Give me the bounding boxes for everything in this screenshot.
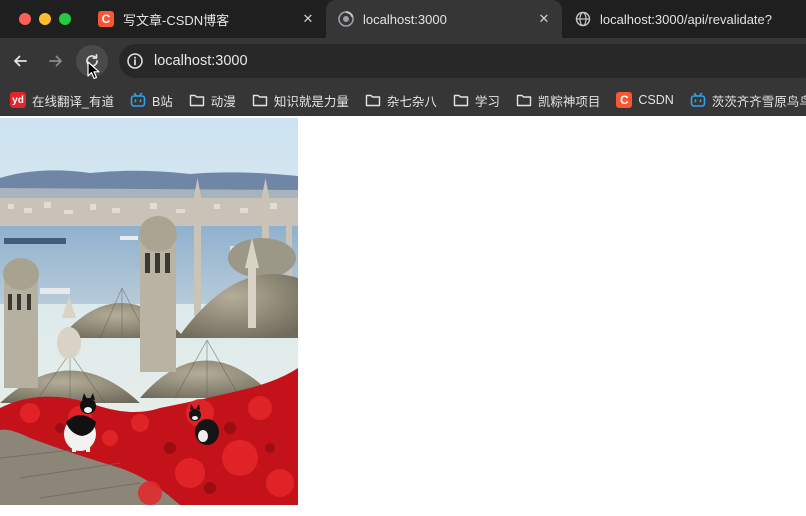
arrow-left-icon <box>14 55 27 67</box>
folder-icon <box>252 92 268 108</box>
bookmark-label: B站 <box>151 94 173 109</box>
mouse-cursor-icon <box>87 61 100 80</box>
folder-icon <box>453 92 469 108</box>
tab-localhost[interactable]: localhost:3000 ✕ <box>326 0 562 38</box>
bookmarks-bar: yd 在线翻译_有道 B站 动漫 知识就是力量 杂七杂八 学习 凯粽神项目 C … <box>0 84 806 116</box>
browser-toolbar <box>0 38 806 84</box>
csdn-icon: C <box>616 92 633 108</box>
url-input[interactable] <box>154 53 654 69</box>
tab-csdn-write[interactable]: C 写文章-CSDN博客 ✕ <box>86 0 326 38</box>
folder-icon <box>189 92 205 108</box>
bookmark-label: 在线翻译_有道 <box>32 94 114 109</box>
window-maximize-button[interactable] <box>59 13 71 25</box>
tab-title: localhost:3000/api/revalidate? <box>600 11 773 27</box>
bookmark-label: 动漫 <box>210 94 236 109</box>
csdn-icon: C <box>98 11 114 27</box>
bookmark-label: 凯粽神项目 <box>537 94 601 109</box>
bookmark-label: 茨茨齐齐雪原鸟鸟 <box>711 94 806 109</box>
bookmark-folder-anime[interactable]: 动漫 <box>189 91 236 110</box>
close-tab-icon[interactable]: ✕ <box>536 11 552 27</box>
bookmark-label: 学习 <box>474 94 500 109</box>
bookmark-label: CSDN <box>638 93 674 107</box>
bookmark-label: 知识就是力量 <box>273 94 349 109</box>
tab-strip: C 写文章-CSDN博客 ✕ localhost:3000 ✕ localhos… <box>0 0 806 38</box>
forward-button[interactable] <box>40 45 72 77</box>
bookmark-youdao[interactable]: yd 在线翻译_有道 <box>10 91 114 110</box>
chromium-icon <box>338 11 354 27</box>
bookmark-label: 杂七杂八 <box>386 94 437 109</box>
close-tab-icon[interactable]: ✕ <box>300 11 316 27</box>
bookmark-folder-misc[interactable]: 杂七杂八 <box>365 91 437 110</box>
mosque-domes-cats-illustration <box>0 118 298 505</box>
tab-api-revalidate[interactable]: localhost:3000/api/revalidate? <box>563 0 806 38</box>
arrow-right-icon <box>49 55 62 67</box>
bookmark-csdn[interactable]: C CSDN <box>616 92 674 108</box>
window-close-button[interactable] <box>19 13 31 25</box>
content-image <box>0 118 298 505</box>
bookmark-bilibili[interactable]: B站 <box>130 91 173 110</box>
bookmark-folder-knowledge[interactable]: 知识就是力量 <box>252 91 349 110</box>
address-bar[interactable] <box>119 44 806 78</box>
bookmark-folder-study[interactable]: 学习 <box>453 91 500 110</box>
tab-title: localhost:3000 <box>363 11 447 27</box>
back-button[interactable] <box>4 45 36 77</box>
bookmark-bilibili-user[interactable]: 茨茨齐齐雪原鸟鸟 <box>690 91 806 110</box>
globe-icon <box>575 11 591 27</box>
window-minimize-button[interactable] <box>39 13 51 25</box>
bookmark-folder-projects[interactable]: 凯粽神项目 <box>516 91 601 110</box>
bilibili-icon <box>130 92 146 108</box>
page-content <box>0 116 806 516</box>
youdao-icon: yd <box>10 92 26 108</box>
folder-icon <box>516 92 532 108</box>
tab-title: 写文章-CSDN博客 <box>123 12 230 28</box>
site-info-icon[interactable] <box>126 52 144 70</box>
folder-icon <box>365 92 381 108</box>
bilibili-icon <box>690 92 706 108</box>
